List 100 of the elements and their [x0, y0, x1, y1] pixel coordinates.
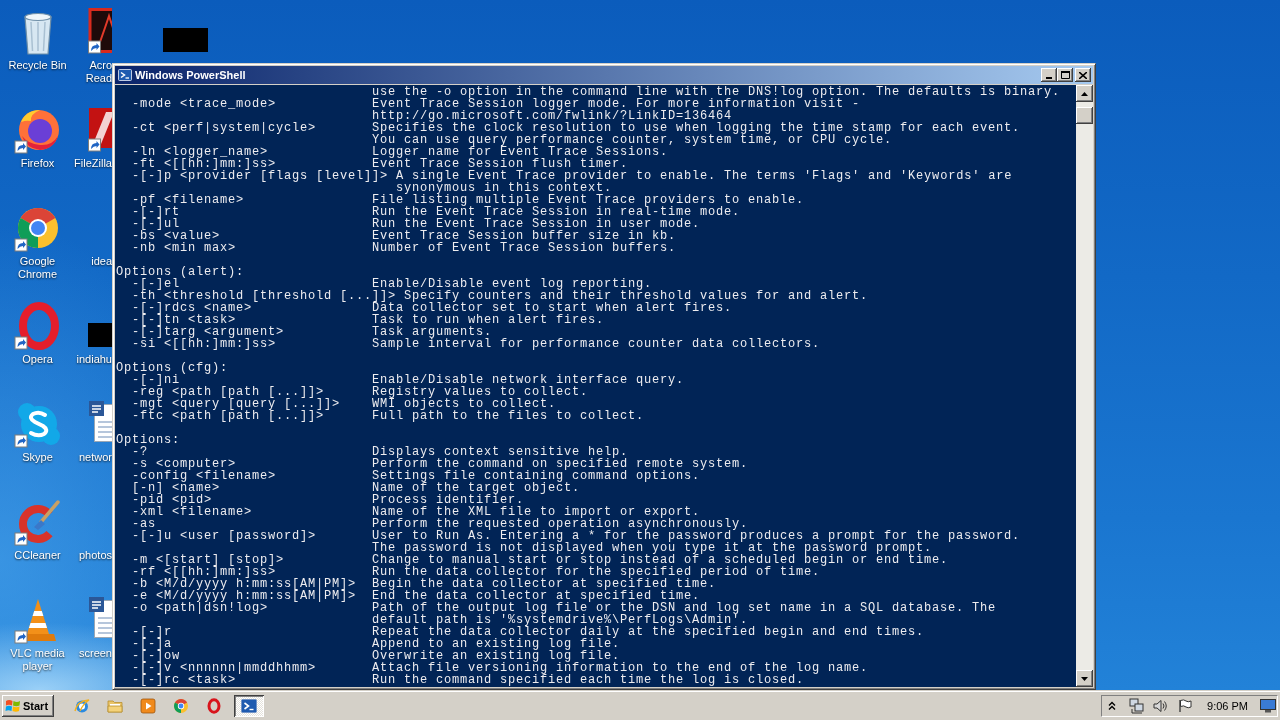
icon-label[interactable]: photos [78, 549, 112, 562]
folder-icon[interactable] [106, 698, 123, 714]
option-description: Event Trace Session buffer size in kb. [372, 230, 677, 242]
option-description: Perform the requested operation asynchronously. [372, 518, 749, 530]
option-syntax: -s <computer> [132, 458, 236, 470]
icon-label[interactable]: Acro Read [85, 59, 112, 85]
icon-label[interactable]: CCleaner [14, 549, 61, 562]
scrollbar-track[interactable] [1076, 85, 1093, 687]
monitor-icon[interactable] [1260, 699, 1276, 713]
option-syntax: -[-]rt [132, 206, 181, 218]
option-syntax: -[-]a [132, 638, 172, 650]
framed-tile-icon[interactable] [88, 8, 112, 54]
option-syntax: -pid <pid> [132, 494, 212, 506]
option-description: Repeat the data collector daily at the specified begin and end times. [372, 626, 925, 638]
option-syntax: -[-]el [132, 278, 180, 290]
option-syntax: -ftc <path [path [...]]> [132, 410, 325, 422]
option-description: Displays context sensitive help. [372, 446, 629, 458]
cloud-swoosh-icon[interactable] [13, 400, 62, 448]
option-description: Registry values to collect. [372, 386, 589, 398]
brush-arc-icon[interactable] [13, 498, 62, 546]
scroll-down-button[interactable] [1076, 670, 1093, 687]
option-description: File listing multiple Event Trace providers to enable. [372, 194, 805, 206]
option-description: A single Event Trace provider to enable. The terms 'Flags' and 'Keywords' are synonymous in this context. [396, 170, 1013, 194]
option-syntax: -[-]rc <task> [132, 674, 236, 686]
option-description: Full path to the files to collect. [372, 410, 645, 422]
icon-label[interactable]: Skype [22, 451, 53, 464]
speaker-icon[interactable] [1152, 698, 1169, 714]
start-button[interactable]: Start [2, 695, 54, 717]
network-icon[interactable] [1129, 698, 1146, 714]
up-arrow-icon [1081, 91, 1088, 96]
down-arrow-icon [1081, 676, 1088, 681]
option-description: Specifies the clock resolution to use when logging the time stamp for each event. You can use query performance counter, system time, or CPU cycle. [372, 122, 1021, 146]
icon-label[interactable]: networ [78, 451, 112, 464]
option-description: WMI objects to collect. [372, 398, 557, 410]
section-heading: Options (cfg): [116, 362, 230, 374]
option-description: Settings file containing command options. [372, 470, 701, 482]
maximize-icon [1060, 71, 1070, 79]
option-description: Path of the output log file or the DSN and log set name in a SQL database. The default path is '%systemdrive%\PerfLogs\Admin'. [372, 602, 997, 626]
option-syntax: -nb <min max> [132, 242, 237, 254]
option-description: Attach file versioning information to the end of the log name. [372, 662, 869, 674]
option-description: User to Run As. Entering a * for the password produces a prompt for the password. The password is not displayed when you type it at the password prompt. [372, 530, 1021, 554]
option-description: Change to manual start or stop instead of a scheduled begin or end time. [372, 554, 949, 566]
icon-label[interactable]: Recycle Bin [8, 59, 67, 72]
icon-label[interactable]: idea [91, 255, 112, 268]
option-syntax: -[-]ow [132, 650, 180, 662]
option-syntax: -? [132, 446, 148, 458]
minimize-icon [1046, 76, 1052, 79]
option-description: Enable/Disable network interface query. [372, 374, 685, 386]
option-syntax: -si <[[hh:]mm:]ss> [132, 338, 277, 350]
option-syntax: -ct <perf|system|cycle> [132, 122, 318, 134]
oval-ring-icon[interactable] [205, 698, 222, 714]
icon-label[interactable]: Google Chrome [2, 255, 73, 281]
option-syntax: -o <path|dsn!log> [132, 602, 269, 614]
option-syntax: -as [132, 518, 156, 530]
option-syntax: [-n] <name> [132, 482, 221, 494]
clock[interactable]: 9:06 PM [1207, 699, 1248, 713]
taskbar-button[interactable] [234, 695, 264, 717]
option-syntax: -ln <logger_name> [132, 146, 269, 158]
option-syntax: -[-]rdcs <name> [132, 302, 254, 314]
oval-ring-icon[interactable] [13, 302, 62, 350]
option-syntax: -[-]u <user [password]> [132, 530, 318, 542]
option-description: Run the command specified each time the log is closed. [372, 674, 805, 686]
close-button[interactable] [1075, 68, 1091, 82]
option-description: End the data collector at specified time. [372, 590, 701, 602]
app-tile-icon[interactable] [88, 106, 112, 152]
option-syntax: -xml <filename> [132, 506, 254, 518]
option-description: Event Trace Session logger mode. For more information visit - http://go.microsoft.com/fwlink/?LinkID=136464 [372, 98, 861, 122]
option-syntax: -[-]ul [132, 218, 180, 230]
console-icon[interactable] [118, 68, 132, 82]
minimize-button[interactable] [1041, 68, 1057, 82]
option-description: Task arguments. [372, 326, 493, 338]
icon-label[interactable]: Firefox [20, 157, 55, 170]
play-tile-icon[interactable] [139, 698, 156, 714]
option-description: Enable/Disable event log reporting. [372, 278, 653, 290]
scroll-up-button[interactable] [1076, 85, 1093, 102]
window-title: Windows PowerShell [135, 68, 247, 82]
blank-tile-icon[interactable] [163, 28, 208, 52]
option-description: Number of Event Trace Session buffers. [372, 242, 677, 254]
option-description: Append to an existing log file. [372, 638, 621, 650]
blank-tile-icon[interactable] [88, 323, 112, 347]
double-chevron-icon[interactable] [1108, 701, 1117, 711]
flag-icon[interactable] [1178, 699, 1193, 713]
icon-label[interactable]: FileZilla [74, 157, 112, 170]
console-icon [241, 698, 257, 714]
icon-label[interactable]: indiahu [76, 353, 112, 366]
four-pane-flag-icon [5, 699, 21, 713]
option-syntax: -mgt <query [query [...]]> [132, 398, 342, 410]
option-syntax: -[-]ni [132, 374, 180, 386]
scroll-thumb[interactable] [1076, 107, 1093, 124]
maximize-button[interactable] [1057, 68, 1073, 82]
option-description: Perform the command on specified remote system. [372, 458, 749, 470]
option-syntax: -ft <[[hh:]mm:]ss> [132, 158, 277, 170]
globe-orbit-icon[interactable] [73, 698, 90, 714]
icon-label[interactable]: Opera [22, 353, 53, 366]
option-syntax: -[-]r [132, 626, 173, 638]
option-syntax: -[-]targ <argument> [132, 326, 286, 338]
option-description: Run the Event Trace Session in real-time mode. [372, 206, 741, 218]
segmented-circle-icon[interactable] [172, 698, 189, 714]
option-syntax: -m <[start] [stop]> [132, 554, 286, 566]
option-syntax: -[-]v <nnnnnn|mmddhhmm> [132, 662, 318, 674]
